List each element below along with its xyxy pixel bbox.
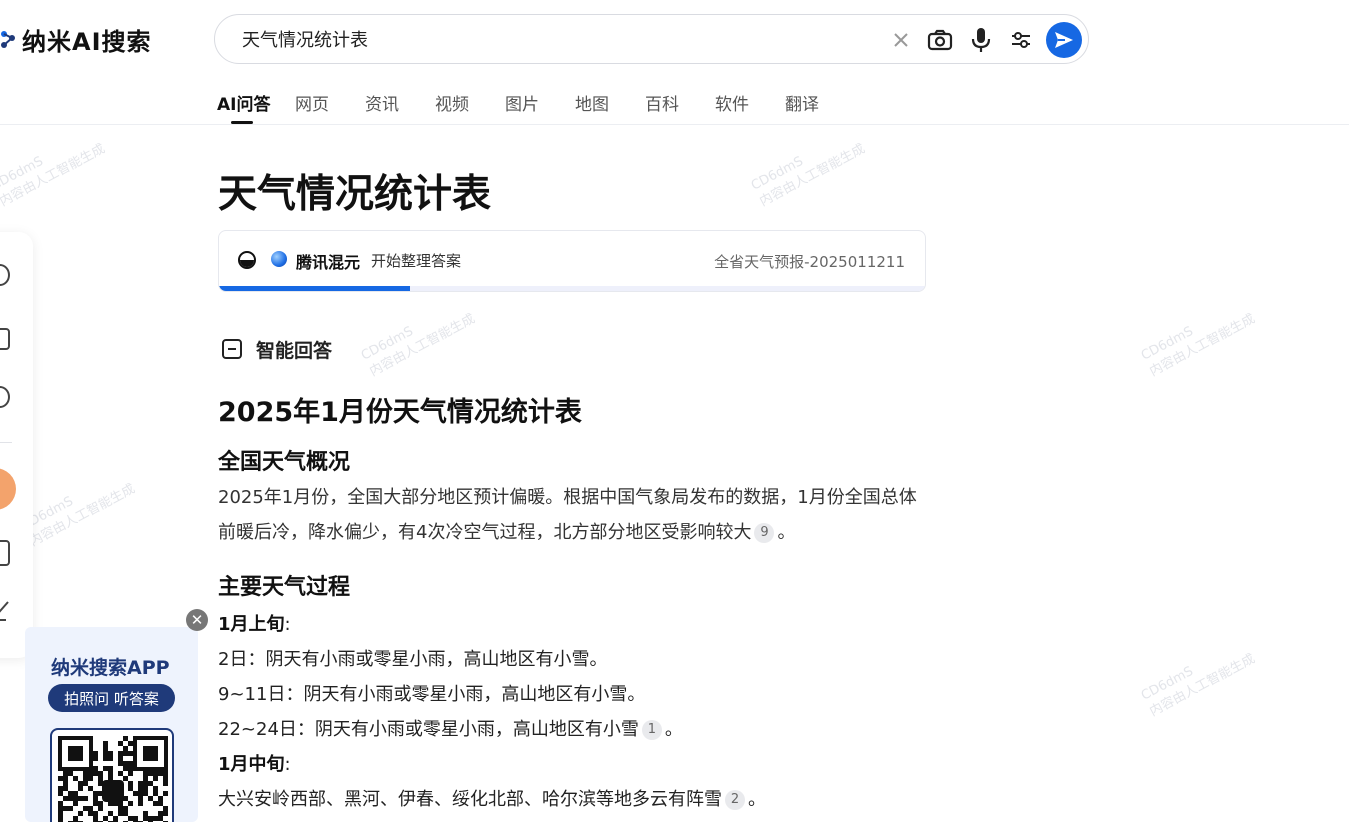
watermark: CD6dmS 内容由人工智能生成 [18,481,138,550]
microphone-icon[interactable] [966,25,996,55]
tab-encyclopedia[interactable]: 百科 [645,90,679,115]
source-reference[interactable]: 全省天气预报-2025011211 [714,251,905,272]
model-name: 腾讯混元 [296,253,361,272]
weather-line: 9~11日：阴天有小雨或零星小雨，高山地区有小雪。 [218,684,646,705]
overview-text: 2025年1月份，全国大部分地区预计偏暖。根据中国气象局发布的数据，1月份全国总… [218,487,917,543]
citation-badge[interactable]: 2 [725,790,745,810]
edit-icon[interactable] [0,598,10,621]
tab-web[interactable]: 网页 [295,90,329,115]
progress-fill [219,286,410,291]
tab-news[interactable]: 资讯 [365,90,399,115]
search-bar [214,14,1089,64]
period-early: 1月上旬: [218,614,291,635]
answer-status-card: 腾讯混元 开始整理答案 全省天气预报-2025011211 [218,230,926,292]
loading-spinner-icon [238,251,256,269]
watermark: CD6dmS 内容由人工智能生成 [358,311,478,380]
left-toolbar [0,232,33,658]
answer-heading: 2025年1月份天气情况统计表 [218,397,582,428]
promo-close-button[interactable]: ✕ [186,609,208,631]
watermark: CD6dmS 内容由人工智能生成 [748,141,868,210]
weather-line: 大兴安岭西部、黑河、伊春、绥化北部、哈尔滨等地多云有阵雪 2。 [218,789,766,810]
period-mid: 1月中旬: [218,754,291,775]
search-input[interactable] [242,28,882,50]
camera-icon[interactable] [925,25,955,55]
brand-name: 纳米AI搜索 [22,27,152,56]
logo-mark-icon [0,26,16,52]
progress-bar [219,286,925,291]
citation-badge[interactable]: 9 [754,523,775,543]
app-promo: 纳米搜索APP 拍照问 听答案 [25,627,198,822]
promo-subtitle: 拍照问 听答案 [48,684,175,712]
page-title: 天气情况统计表 [218,172,492,217]
process-title: 主要天气过程 [218,575,351,600]
qr-code [50,728,174,822]
header-divider [0,124,1349,125]
filter-settings-icon[interactable] [1006,25,1036,55]
weather-line: 22~24日：阴天有小雨或零星小雨，高山地区有小雪 1。 [218,719,683,740]
tab-ai-answer[interactable]: AI问答 [217,90,270,115]
favorite-icon[interactable] [0,328,10,350]
brand-logo[interactable]: 纳米AI搜索 [0,22,152,56]
tab-translate[interactable]: 翻译 [785,90,819,115]
history-icon[interactable] [0,264,10,286]
avatar[interactable] [0,468,16,510]
watermark: CD6dmS 内容由人工智能生成 [0,141,108,210]
send-icon[interactable] [1046,22,1082,58]
clear-icon[interactable] [886,25,916,55]
tab-images[interactable]: 图片 [505,90,539,115]
watermark: CD6dmS 内容由人工智能生成 [1138,311,1258,380]
weather-line: 2日：阴天有小雨或零星小雨，高山地区有小雪。 [218,649,608,670]
overview-title: 全国天气概况 [218,450,351,475]
model-logo-icon [271,251,287,267]
tab-map[interactable]: 地图 [575,90,609,115]
settings-icon[interactable] [0,386,10,408]
answer-icon [222,339,242,359]
phone-icon[interactable] [0,540,10,566]
section-header: 智能回答 [218,336,332,362]
toolbar-divider [0,442,12,443]
section-label: 智能回答 [256,339,333,362]
promo-title: 纳米搜索APP [51,657,170,679]
tab-video[interactable]: 视频 [435,90,469,115]
status-text: 开始整理答案 [371,252,462,270]
watermark: CD6dmS 内容由人工智能生成 [1138,651,1258,720]
citation-badge[interactable]: 1 [641,720,662,740]
tab-software[interactable]: 软件 [715,90,749,115]
